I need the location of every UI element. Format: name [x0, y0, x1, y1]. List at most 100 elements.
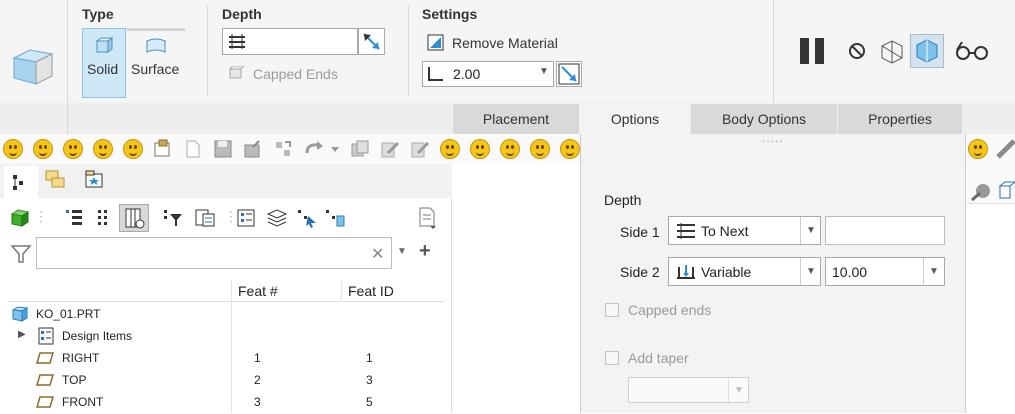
tree-row[interactable]: TOP 2 3: [0, 370, 440, 392]
type-group-label: Type: [82, 6, 114, 22]
add-taper-checkbox[interactable]: [605, 351, 619, 365]
smiley-icon[interactable]: [500, 139, 520, 159]
layers-stack-icon[interactable]: [266, 208, 288, 228]
taper-angle-combo[interactable]: ▼: [628, 377, 749, 403]
view-cube-icon[interactable]: [997, 180, 1015, 202]
filter-funnel-icon[interactable]: [10, 243, 32, 265]
redo-icon[interactable]: [303, 139, 343, 159]
capped-ends-option-label: Capped ends: [628, 302, 712, 318]
datum-plane-icon: [35, 394, 55, 410]
tab-body-options[interactable]: Body Options: [691, 104, 837, 134]
thickness-combo[interactable]: 2.00 ▼: [422, 61, 554, 87]
thickness-value: 2.00: [453, 66, 481, 82]
tab-options[interactable]: Options: [580, 104, 690, 134]
remove-material-label: Remove Material: [452, 35, 558, 51]
tree-row[interactable]: FRONT 3 5: [0, 392, 440, 414]
side1-depth-select[interactable]: To Next ▼: [668, 216, 821, 245]
smiley-icon[interactable]: [63, 139, 83, 159]
select-divider: [923, 258, 924, 285]
open-icon[interactable]: [153, 139, 173, 159]
smiley-icon[interactable]: [530, 139, 550, 159]
feature-cube-icon[interactable]: [10, 208, 30, 228]
smiley-icon[interactable]: [33, 139, 53, 159]
smiley-icon[interactable]: [3, 139, 23, 159]
depth-type-combo[interactable]: [222, 28, 358, 55]
ribbon-separator: [207, 6, 208, 96]
smiley-icon[interactable]: [440, 139, 460, 159]
tab-properties[interactable]: Properties: [838, 104, 962, 134]
favorites-tab[interactable]: [82, 168, 106, 192]
model-tree-tab[interactable]: [4, 166, 38, 198]
extrude-feature-icon: [10, 44, 56, 90]
add-filter-icon[interactable]: +: [419, 240, 437, 262]
flip-arrow-icon: [363, 33, 380, 50]
folder-browser-tab[interactable]: [44, 168, 68, 192]
filter-tree-icon[interactable]: [162, 208, 184, 228]
clear-search-icon[interactable]: ✕: [371, 244, 385, 263]
to-next-icon: [675, 222, 697, 240]
tree-row[interactable]: ▶ Design Items: [0, 326, 440, 348]
tree-item-label: FRONT: [62, 395, 104, 409]
smiley-icon[interactable]: [123, 139, 143, 159]
tree-search-input[interactable]: [36, 237, 392, 269]
smiley-icon[interactable]: [560, 139, 580, 159]
glasses-preview-button[interactable]: [954, 40, 990, 62]
copy-icon[interactable]: [350, 139, 370, 159]
design-items-icon: [38, 327, 54, 345]
tree-options-icon[interactable]: [416, 206, 440, 230]
collapse-list-icon[interactable]: [94, 208, 114, 228]
surface-label: Surface: [131, 61, 180, 77]
feat-num-cell: 3: [254, 395, 261, 409]
edit-icon[interactable]: [380, 139, 400, 159]
select-tree-icon[interactable]: [296, 208, 318, 228]
settings-group-label: Settings: [422, 6, 478, 22]
search-dropdown-icon[interactable]: ▼: [397, 246, 409, 258]
flip-thickness-button[interactable]: [556, 61, 582, 87]
save-icon[interactable]: [213, 139, 233, 159]
new-file-icon[interactable]: [183, 139, 203, 159]
side1-depth-input[interactable]: [825, 216, 945, 245]
no-preview-button[interactable]: [846, 40, 868, 62]
side1-label: Side 1: [620, 224, 660, 240]
capped-ends-checkbox[interactable]: [605, 303, 619, 317]
remove-material-icon: [427, 34, 445, 52]
measure-icon[interactable]: [996, 139, 1015, 159]
smiley-icon[interactable]: [470, 139, 490, 159]
tree-row[interactable]: KO_01.PRT: [0, 304, 440, 326]
preview-geometry-button[interactable]: [878, 38, 906, 64]
chevron-down-icon: ▼: [929, 266, 939, 277]
feat-id-header[interactable]: Feat ID: [348, 283, 394, 299]
datum-plane-icon: [35, 350, 55, 366]
solid-type-button[interactable]: Solid: [82, 28, 126, 98]
side2-depth-combo[interactable]: 10.00 ▼: [825, 257, 945, 286]
tab-placement[interactable]: Placement: [453, 104, 579, 134]
wireframe-preview-icon: [881, 40, 903, 64]
panel-drag-handle[interactable]: .....: [762, 132, 792, 146]
appearance-icon[interactable]: [970, 180, 992, 202]
expand-arrow-icon[interactable]: ▶: [18, 329, 26, 340]
tree-columns-button[interactable]: [119, 204, 149, 232]
feat-num-header[interactable]: Feat #: [238, 283, 278, 299]
verify-preview-button[interactable]: [910, 34, 944, 68]
suppressed-items-icon[interactable]: [324, 208, 346, 228]
tree-row[interactable]: RIGHT 1 1: [0, 348, 440, 370]
smiley-icon[interactable]: [93, 139, 113, 159]
flip-direction-button[interactable]: [358, 28, 385, 55]
depth-group-label: Depth: [222, 6, 262, 22]
tree-item-label: KO_01.PRT: [36, 307, 101, 321]
smiley-icon[interactable]: [968, 139, 988, 159]
save-as-icon[interactable]: [243, 139, 263, 159]
chevron-down-icon: ▼: [806, 225, 816, 236]
surface-type-button[interactable]: Surface: [127, 28, 185, 98]
blind-depth-icon: [227, 33, 247, 51]
pause-button[interactable]: [796, 35, 830, 67]
edit-definition-icon[interactable]: [410, 139, 430, 159]
tree-settings-icon[interactable]: [194, 208, 216, 228]
flip-arrow-icon: [558, 63, 580, 85]
remove-material-toggle[interactable]: Remove Material: [426, 33, 586, 55]
expand-list-icon[interactable]: [64, 208, 84, 228]
side2-depth-select[interactable]: Variable ▼: [668, 257, 821, 286]
show-details-icon[interactable]: [236, 208, 256, 228]
regenerate-icon[interactable]: [273, 139, 293, 159]
feat-num-cell: 1: [254, 351, 261, 365]
